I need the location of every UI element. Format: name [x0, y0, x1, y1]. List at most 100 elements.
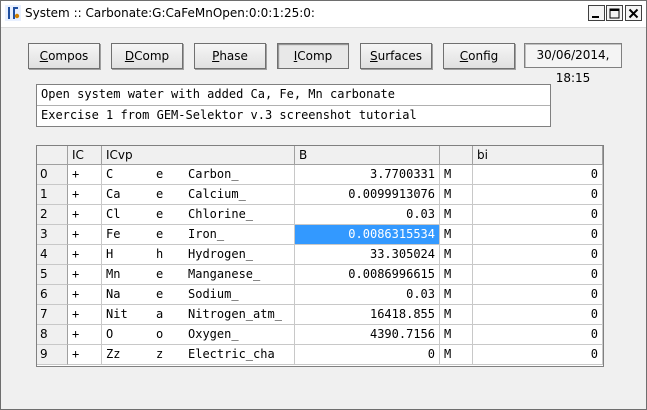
col-header-ic[interactable]: IC [68, 146, 102, 165]
close-button[interactable] [625, 5, 642, 21]
ic-name-cell[interactable]: Nitrogen_atm_ [184, 305, 295, 325]
bi-value-cell[interactable]: 0 [473, 285, 603, 305]
ic-symbol-cell[interactable]: Fe [102, 225, 152, 245]
ic-name-cell[interactable]: Iron_ [184, 225, 295, 245]
col-header-unit[interactable] [440, 146, 473, 165]
ic-type-cell[interactable]: e [152, 205, 184, 225]
col-header-icvp[interactable]: ICvp [102, 146, 295, 165]
ic-name-cell[interactable]: Oxygen_ [184, 325, 295, 345]
b-value-cell[interactable]: 0.0086315534 [295, 225, 440, 245]
ic-type-cell[interactable]: a [152, 305, 184, 325]
table-row[interactable]: 3 + Fe e Iron_ 0.0086315534 M 0 [37, 225, 603, 245]
ic-flag-cell[interactable]: + [68, 285, 102, 305]
ic-flag-cell[interactable]: + [68, 185, 102, 205]
ic-symbol-cell[interactable]: O [102, 325, 152, 345]
b-value-cell[interactable]: 0.03 [295, 205, 440, 225]
table-row[interactable]: 7 + Nit a Nitrogen_atm_ 16418.855 M 0 [37, 305, 603, 325]
ic-type-cell[interactable]: e [152, 225, 184, 245]
ic-symbol-cell[interactable]: Zz [102, 345, 152, 365]
ic-flag-cell[interactable]: + [68, 245, 102, 265]
bi-value-cell[interactable]: 0 [473, 325, 603, 345]
ic-name-cell[interactable]: Electric_cha [184, 345, 295, 365]
minimize-button[interactable] [588, 5, 605, 21]
surfaces-button[interactable]: Surfaces [360, 43, 432, 69]
ic-type-cell[interactable]: e [152, 285, 184, 305]
table-row[interactable]: 2 + Cl e Chlorine_ 0.03 M 0 [37, 205, 603, 225]
ic-type-cell[interactable]: e [152, 165, 184, 185]
b-value-cell[interactable]: 0.03 [295, 285, 440, 305]
bi-value-cell[interactable]: 0 [473, 305, 603, 325]
unit-cell[interactable]: M [440, 285, 473, 305]
ic-symbol-cell[interactable]: Nit [102, 305, 152, 325]
b-value-cell[interactable]: 3.7700331 [295, 165, 440, 185]
row-index: 7 [37, 305, 68, 325]
col-header-b[interactable]: B [295, 146, 440, 165]
bi-value-cell[interactable]: 0 [473, 185, 603, 205]
ic-flag-cell[interactable]: + [68, 265, 102, 285]
notes-line-1[interactable]: Open system water with added Ca, Fe, Mn … [37, 85, 550, 105]
unit-cell[interactable]: M [440, 185, 473, 205]
table-row[interactable]: 1 + Ca e Calcium_ 0.0099913076 M 0 [37, 185, 603, 205]
unit-cell[interactable]: M [440, 165, 473, 185]
ic-name-cell[interactable]: Hydrogen_ [184, 245, 295, 265]
b-value-cell[interactable]: 33.305024 [295, 245, 440, 265]
ic-flag-cell[interactable]: + [68, 165, 102, 185]
ic-symbol-cell[interactable]: Ca [102, 185, 152, 205]
unit-cell[interactable]: M [440, 205, 473, 225]
icomp-table[interactable]: IC ICvp B bi 0 + Ce Carbon_ 3.7700331 M 0 1 + Ca e… [36, 145, 604, 367]
ic-symbol-cell[interactable]: C [102, 165, 152, 185]
ic-flag-cell[interactable]: + [68, 225, 102, 245]
ic-symbol-cell[interactable]: Na [102, 285, 152, 305]
bi-value-cell[interactable]: 0 [473, 225, 603, 245]
bi-value-cell[interactable]: 0 [473, 205, 603, 225]
table-row[interactable]: 0 + Ce Carbon_ 3.7700331 M 0 [37, 165, 603, 185]
unit-cell[interactable]: M [440, 345, 473, 365]
ic-name-cell[interactable]: Manganese_ [184, 265, 295, 285]
ic-type-cell[interactable]: o [152, 325, 184, 345]
ic-type-cell[interactable]: h [152, 245, 184, 265]
dcomp-button[interactable]: DComp [111, 43, 183, 69]
bi-value-cell[interactable]: 0 [473, 165, 603, 185]
col-header-bi[interactable]: bi [473, 146, 603, 165]
icomp-button[interactable]: IComp [277, 43, 349, 69]
bi-value-cell[interactable]: 0 [473, 245, 603, 265]
unit-cell[interactable]: M [440, 325, 473, 345]
b-value-cell[interactable]: 0 [295, 345, 440, 365]
ic-symbol-cell[interactable]: Cl [102, 205, 152, 225]
table-row[interactable]: 9 + Zz z Electric_cha 0 M 0 [37, 345, 603, 365]
config-button[interactable]: Config [443, 43, 515, 69]
phase-button[interactable]: Phase [194, 43, 266, 69]
table-row[interactable]: 8 + Oo Oxygen_ 4390.7156 M 0 [37, 325, 603, 345]
b-value-cell[interactable]: 4390.7156 [295, 325, 440, 345]
ic-symbol-cell[interactable]: H [102, 245, 152, 265]
ic-name-cell[interactable]: Calcium_ [184, 185, 295, 205]
b-value-cell[interactable]: 0.0086996615 [295, 265, 440, 285]
bi-value-cell[interactable]: 0 [473, 345, 603, 365]
ic-type-cell[interactable]: e [152, 265, 184, 285]
b-value-cell[interactable]: 0.0099913076 [295, 185, 440, 205]
ic-flag-cell[interactable]: + [68, 305, 102, 325]
table-row[interactable]: 4 + Hh Hydrogen_ 33.305024 M 0 [37, 245, 603, 265]
unit-cell[interactable]: M [440, 225, 473, 245]
ic-flag-cell[interactable]: + [68, 345, 102, 365]
unit-cell[interactable]: M [440, 265, 473, 285]
ic-type-cell[interactable]: e [152, 185, 184, 205]
title-bar[interactable]: System :: Carbonate:G:CaFeMnOpen:0:0:1:2… [1, 1, 646, 28]
unit-cell[interactable]: M [440, 245, 473, 265]
maximize-button[interactable] [606, 5, 623, 21]
ic-name-cell[interactable]: Sodium_ [184, 285, 295, 305]
ic-name-cell[interactable]: Carbon_ [184, 165, 295, 185]
unit-cell[interactable]: M [440, 305, 473, 325]
compos-button[interactable]: Compos [28, 43, 100, 69]
table-row[interactable]: 6 + Na e Sodium_ 0.03 M 0 [37, 285, 603, 305]
b-value-cell[interactable]: 16418.855 [295, 305, 440, 325]
system-notes[interactable]: Open system water with added Ca, Fe, Mn … [36, 84, 551, 127]
ic-type-cell[interactable]: z [152, 345, 184, 365]
table-row[interactable]: 5 + Mn e Manganese_ 0.0086996615 M 0 [37, 265, 603, 285]
bi-value-cell[interactable]: 0 [473, 265, 603, 285]
ic-symbol-cell[interactable]: Mn [102, 265, 152, 285]
ic-flag-cell[interactable]: + [68, 325, 102, 345]
ic-flag-cell[interactable]: + [68, 205, 102, 225]
ic-name-cell[interactable]: Chlorine_ [184, 205, 295, 225]
notes-line-2[interactable]: Exercise 1 from GEM-Selektor v.3 screens… [37, 105, 550, 126]
